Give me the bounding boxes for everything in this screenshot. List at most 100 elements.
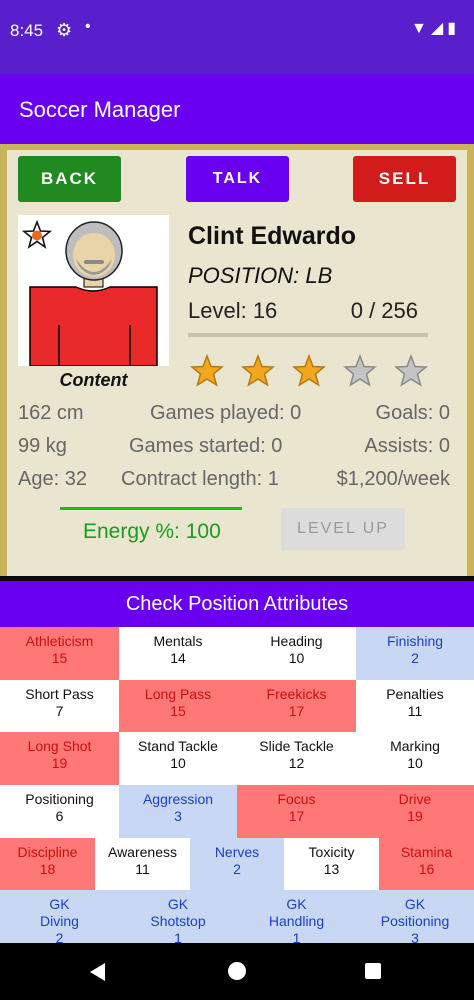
attribute-value: 18	[39, 861, 56, 877]
attribute-label: GK Handling	[268, 896, 325, 929]
xp-progress-bar	[188, 333, 428, 337]
attribute-penalties[interactable]: Penalties 11	[356, 680, 474, 732]
attribute-value: 15	[170, 703, 186, 719]
attribute-gk-diving[interactable]: GK Diving 2	[0, 890, 119, 946]
attribute-label: Positioning	[25, 791, 94, 807]
attribute-athleticism[interactable]: Athleticism 15	[0, 627, 119, 680]
attribute-positioning[interactable]: Positioning 6	[0, 785, 119, 838]
attribute-value: 10	[288, 650, 305, 666]
attribute-label: Short Pass	[25, 686, 94, 702]
star-rating	[190, 354, 430, 388]
player-position: POSITION: LB	[188, 263, 333, 288]
attribute-value: 17	[288, 808, 305, 824]
status-time: 8:45	[10, 21, 44, 40]
attribute-label: Marking	[390, 738, 440, 754]
star-filled-icon	[190, 354, 224, 387]
back-button[interactable]: BACK	[18, 156, 121, 202]
attribute-label: Heading	[270, 633, 323, 649]
attribute-long-pass[interactable]: Long Pass 15	[119, 680, 237, 732]
attribute-label: Awareness	[107, 844, 177, 860]
star-filled-icon	[292, 354, 326, 387]
nav-recents-icon[interactable]	[365, 963, 381, 979]
nav-home-icon[interactable]	[228, 962, 246, 980]
attribute-stamina[interactable]: Stamina 16	[379, 838, 474, 890]
attribute-value: 7	[55, 703, 64, 719]
attribute-gk-handling[interactable]: GK Handling 1	[237, 890, 356, 946]
nav-back-icon[interactable]	[90, 963, 105, 981]
attribute-label: Discipline	[17, 844, 78, 860]
attribute-label: GK Diving	[40, 896, 79, 929]
attribute-value: 19	[407, 808, 423, 824]
favorite-star-icon[interactable]	[22, 220, 52, 250]
star-empty-icon	[343, 354, 377, 387]
attribute-discipline[interactable]: Discipline 18	[0, 838, 95, 890]
attribute-drive[interactable]: Drive 19	[356, 785, 474, 838]
attribute-label: Slide Tackle	[259, 738, 334, 754]
energy-bar	[60, 507, 242, 510]
app-bar: Soccer Manager	[0, 74, 474, 144]
attribute-aggression[interactable]: Aggression 3	[119, 785, 237, 838]
attribute-value: 6	[55, 808, 64, 824]
games-played: Games played: 0	[150, 402, 302, 424]
talk-button[interactable]: TALK	[186, 156, 289, 202]
star-filled-icon	[241, 354, 275, 387]
player-card-frame: BACK TALK SELL Content Clint Edwardo POS…	[0, 144, 474, 576]
player-level: Level: 16	[188, 298, 278, 323]
attribute-label: Freekicks	[266, 686, 327, 702]
attribute-gk-shotstop[interactable]: GK Shotstop 1	[119, 890, 237, 946]
sell-button[interactable]: SELL	[353, 156, 456, 202]
attribute-value: 11	[135, 861, 150, 877]
player-height: 162 cm	[18, 402, 84, 424]
attribute-label: Finishing	[386, 633, 444, 649]
attribute-value: 2	[411, 650, 419, 666]
goals: Goals: 0	[375, 402, 450, 424]
player-name: Clint Edwardo	[188, 222, 357, 250]
attribute-mentals[interactable]: Mentals 14	[119, 627, 237, 680]
attribute-long-shot[interactable]: Long Shot 19	[0, 732, 119, 785]
settings-icon: ⚙	[56, 20, 73, 40]
attribute-toxicity[interactable]: Toxicity 13	[284, 838, 379, 890]
attribute-stand-tackle[interactable]: Stand Tackle 10	[119, 732, 237, 785]
player-age: Age: 32	[18, 468, 87, 490]
attribute-value: 11	[407, 703, 423, 719]
attribute-freekicks[interactable]: Freekicks 17	[237, 680, 356, 732]
signal-battery-icons: ▼◢▮	[411, 20, 460, 37]
attribute-focus[interactable]: Focus 17	[237, 785, 356, 838]
wage: $1,200/week	[336, 468, 450, 490]
status-bar: 8:45 ⚙ • ▼◢▮	[0, 0, 474, 74]
attribute-value: 10	[407, 755, 423, 771]
attribute-value: 2	[233, 861, 241, 877]
attribute-label: Long Pass	[144, 686, 212, 702]
attribute-nerves[interactable]: Nerves 2	[190, 838, 284, 890]
attribute-awareness[interactable]: Awareness 11	[95, 838, 190, 890]
attribute-slide-tackle[interactable]: Slide Tackle 12	[237, 732, 356, 785]
attribute-value: 14	[170, 650, 186, 666]
attribute-heading[interactable]: Heading 10	[237, 627, 356, 680]
attribute-short-pass[interactable]: Short Pass 7	[0, 680, 119, 732]
system-nav-bar	[0, 943, 474, 1000]
level-up-button[interactable]: LEVEL UP	[281, 508, 405, 550]
attribute-label: Toxicity	[308, 844, 355, 860]
attribute-label: Focus	[277, 791, 316, 807]
player-weight: 99 kg	[18, 435, 67, 457]
attribute-marking[interactable]: Marking 10	[356, 732, 474, 785]
attribute-label: GK Shotstop	[150, 896, 206, 929]
attribute-label: Athleticism	[25, 633, 94, 649]
player-card: BACK TALK SELL Content Clint Edwardo POS…	[7, 150, 467, 576]
attribute-label: Stamina	[400, 844, 453, 860]
app-title: Soccer Manager	[19, 97, 181, 122]
attribute-label: Mentals	[153, 633, 203, 649]
attribute-label: Stand Tackle	[138, 738, 218, 754]
attribute-label: Drive	[398, 791, 432, 807]
attribute-value: 10	[170, 755, 186, 771]
energy-label: Energy %: 100	[83, 520, 221, 543]
attributes-grid: Athleticism 15 Mentals 14 Heading 10 Finishing…	[0, 627, 474, 946]
attribute-value: 19	[51, 755, 68, 771]
attribute-value: 13	[323, 861, 340, 877]
player-xp: 0 / 256	[350, 298, 418, 323]
attribute-value: 15	[51, 650, 68, 666]
attribute-gk-positioning[interactable]: GK Positioning 3	[356, 890, 474, 946]
check-position-attributes-button[interactable]: Check Position Attributes	[0, 581, 474, 627]
attribute-value: 17	[288, 703, 305, 719]
attribute-finishing[interactable]: Finishing 2	[356, 627, 474, 680]
